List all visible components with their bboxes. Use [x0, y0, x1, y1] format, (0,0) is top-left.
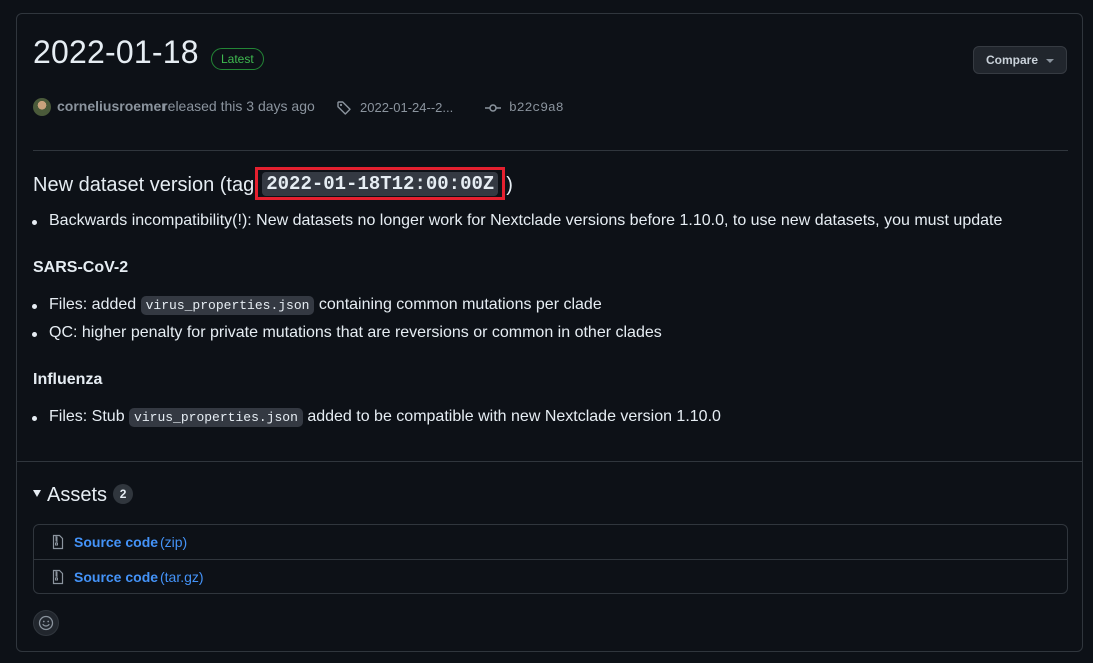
asset-row[interactable]: Source code (tar.gz) [34, 559, 1067, 594]
body-heading: New dataset version (tag 2022-01-18T12:00… [33, 167, 513, 202]
add-reaction-button[interactable] [33, 610, 59, 636]
flu-heading: Influenza [33, 371, 103, 388]
flu-item-suffix: added to be compatible with new Nextclad… [307, 408, 721, 425]
divider [17, 461, 1082, 462]
sars-item1-code: virus_properties.json [140, 296, 315, 315]
smiley-icon [38, 615, 54, 631]
git-commit-icon [485, 104, 501, 112]
assets-label: Assets [47, 484, 108, 506]
file-zip-icon [52, 569, 64, 585]
heading-prefix: New dataset version (tag [33, 173, 255, 196]
highlighted-tag: 2022-01-18T12:00:00Z [255, 167, 506, 200]
triangle-down-icon [33, 490, 41, 498]
intro-item-text: Backwards incompatibility(!): New datase… [49, 212, 1003, 229]
asset-ext[interactable]: (zip) [160, 534, 187, 550]
commit-link[interactable]: b22c9a8 [509, 100, 564, 115]
caret-down-icon [1046, 59, 1054, 63]
list-item: QC: higher penalty for private mutations… [32, 324, 662, 342]
latest-badge: Latest [211, 48, 264, 70]
flu-item-prefix: Files: Stub [49, 408, 125, 425]
assets-list: Source code (zip) Source code (tar.gz) [33, 524, 1068, 594]
avatar[interactable] [33, 98, 51, 116]
flu-item-code: virus_properties.json [129, 408, 303, 427]
heading-suffix: ) [506, 173, 513, 196]
tag-icon [337, 101, 351, 115]
compare-button[interactable]: Compare [973, 46, 1067, 74]
assets-count: 2 [113, 483, 134, 504]
list-item: Files: added virus_properties.json conta… [32, 296, 602, 315]
release-card: 2022-01-18 Latest Compare corneliusroeme… [16, 13, 1083, 652]
author-link[interactable]: corneliusroemer [57, 98, 167, 114]
asset-row[interactable]: Source code (zip) [34, 525, 1067, 559]
tag-link[interactable]: 2022-01-24--2... [360, 100, 453, 115]
file-zip-icon [52, 534, 64, 550]
divider [33, 150, 1068, 151]
compare-label: Compare [986, 53, 1039, 67]
release-title[interactable]: 2022-01-18 [33, 34, 199, 71]
heading-tag-code: 2022-01-18T12:00:00Z [262, 172, 499, 196]
asset-name-link[interactable]: Source code [74, 534, 158, 550]
list-item: Backwards incompatibility(!): New datase… [31, 212, 1003, 230]
asset-name-link[interactable]: Source code [74, 569, 158, 585]
assets-toggle[interactable]: Assets 2 [33, 483, 134, 507]
released-text: released this 3 days ago [163, 98, 315, 114]
sars-item1-suffix: containing common mutations per clade [318, 296, 602, 313]
list-item: Files: Stub virus_properties.json added … [32, 408, 721, 427]
asset-ext[interactable]: (tar.gz) [160, 569, 204, 585]
sars-heading: SARS-CoV-2 [33, 259, 129, 276]
sars-item2-text: QC: higher penalty for private mutations… [49, 324, 662, 341]
sars-item1-prefix: Files: added [49, 296, 137, 313]
